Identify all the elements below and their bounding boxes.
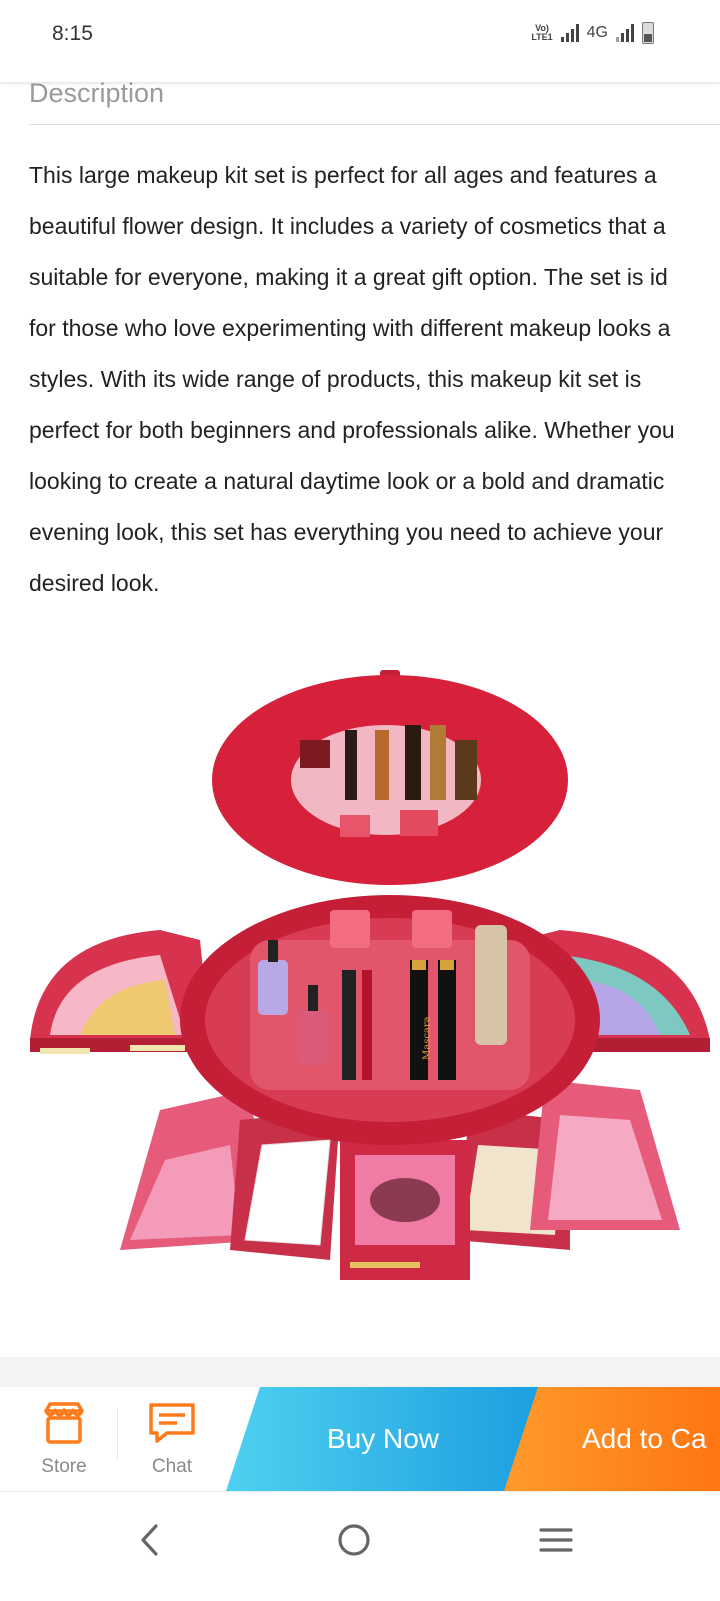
description-heading: Description [29, 78, 165, 108]
add-to-cart-button[interactable]: Add to Ca [504, 1387, 720, 1491]
store-icon [44, 1402, 84, 1444]
back-icon [141, 1524, 158, 1556]
description-line: desired look. [29, 570, 160, 596]
signal-icon [616, 24, 634, 42]
product-image[interactable]: Mascara [0, 640, 720, 1320]
action-divider [117, 1409, 118, 1459]
action-bar: Store Chat Buy Now Add to Ca [0, 1387, 720, 1491]
network-type: 4G [586, 24, 608, 41]
description-line: perfect for both beginners and professio… [29, 417, 675, 443]
status-bar: 8:15 Vo) LTE1 4G [0, 0, 720, 82]
store-label: Store [41, 1456, 87, 1477]
home-icon [338, 1524, 370, 1556]
description-line: beautiful flower design. It includes a v… [29, 213, 666, 239]
description-line: looking to create a natural daytime look… [29, 468, 665, 494]
section-separator [0, 1357, 720, 1387]
navigation-bar [0, 1491, 720, 1601]
description-line: styles. With its wide range of products,… [29, 366, 642, 392]
recents-button[interactable] [526, 1510, 586, 1570]
description-line: suitable for everyone, making it a great… [29, 264, 668, 290]
battery-icon [642, 22, 654, 44]
status-time: 8:15 [52, 22, 93, 45]
description-line: for those who love experimenting with di… [29, 315, 671, 341]
home-button[interactable] [324, 1510, 384, 1570]
back-button[interactable] [120, 1510, 180, 1570]
chat-label: Chat [151, 1456, 193, 1477]
recents-icon [539, 1528, 573, 1552]
volte-icon: Vo) LTE1 [531, 23, 553, 42]
description-line: evening look, this set has everything yo… [29, 519, 664, 545]
status-icons: Vo) LTE1 4G [531, 22, 654, 44]
description-divider [29, 124, 720, 125]
mascara-label: Mascara [422, 1016, 433, 1060]
description-line: This large makeup kit set is perfect for… [29, 162, 657, 188]
description-text: This large makeup kit set is perfect for… [29, 150, 720, 610]
chat-button[interactable]: Chat [127, 1401, 217, 1478]
store-button[interactable]: Store [19, 1401, 109, 1478]
buy-now-button[interactable]: Buy Now [226, 1387, 540, 1491]
signal-icon [560, 24, 579, 42]
chat-icon [149, 1403, 195, 1443]
